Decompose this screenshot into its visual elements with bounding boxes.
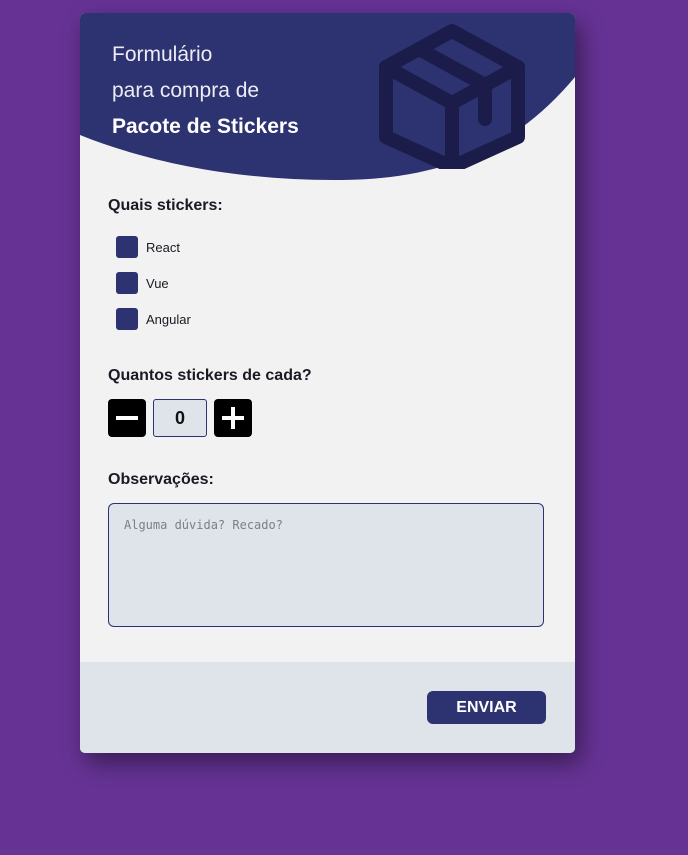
notes-placeholder: Alguma dúvida? Recado? [124,518,283,532]
quantity-stepper: 0 [108,399,252,437]
checkbox-react-box[interactable] [116,236,138,258]
increment-button[interactable] [214,399,252,437]
checkbox-react-label[interactable]: React [146,240,180,255]
checkbox-react[interactable]: React [116,236,180,258]
checkbox-angular-label[interactable]: Angular [146,312,191,327]
checkbox-vue-box[interactable] [116,272,138,294]
form-title: Formulário para compra de Pacote de Stic… [112,37,299,145]
checkbox-vue-label[interactable]: Vue [146,276,169,291]
quantity-value[interactable]: 0 [153,399,207,437]
purchase-form-card: Formulário para compra de Pacote de Stic… [80,13,575,753]
stickers-section-label: Quais stickers: [108,197,223,214]
decrement-button[interactable] [108,399,146,437]
form-header: Formulário para compra de Pacote de Stic… [80,13,575,183]
minus-icon [116,416,138,420]
quantity-section-label: Quantos stickers de cada? [108,367,312,384]
notes-section-label: Observações: [108,471,214,488]
form-footer: ENVIAR [80,662,575,753]
checkbox-angular[interactable]: Angular [116,308,191,330]
title-line-1: Formulário [112,43,213,66]
title-line-2: para compra de [112,79,260,102]
notes-textarea[interactable]: Alguma dúvida? Recado? [108,503,544,627]
checkbox-vue[interactable]: Vue [116,272,169,294]
submit-button[interactable]: ENVIAR [427,691,546,724]
checkbox-angular-box[interactable] [116,308,138,330]
title-product-name: Pacote de Stickers [112,115,299,138]
package-box-icon [379,24,525,169]
